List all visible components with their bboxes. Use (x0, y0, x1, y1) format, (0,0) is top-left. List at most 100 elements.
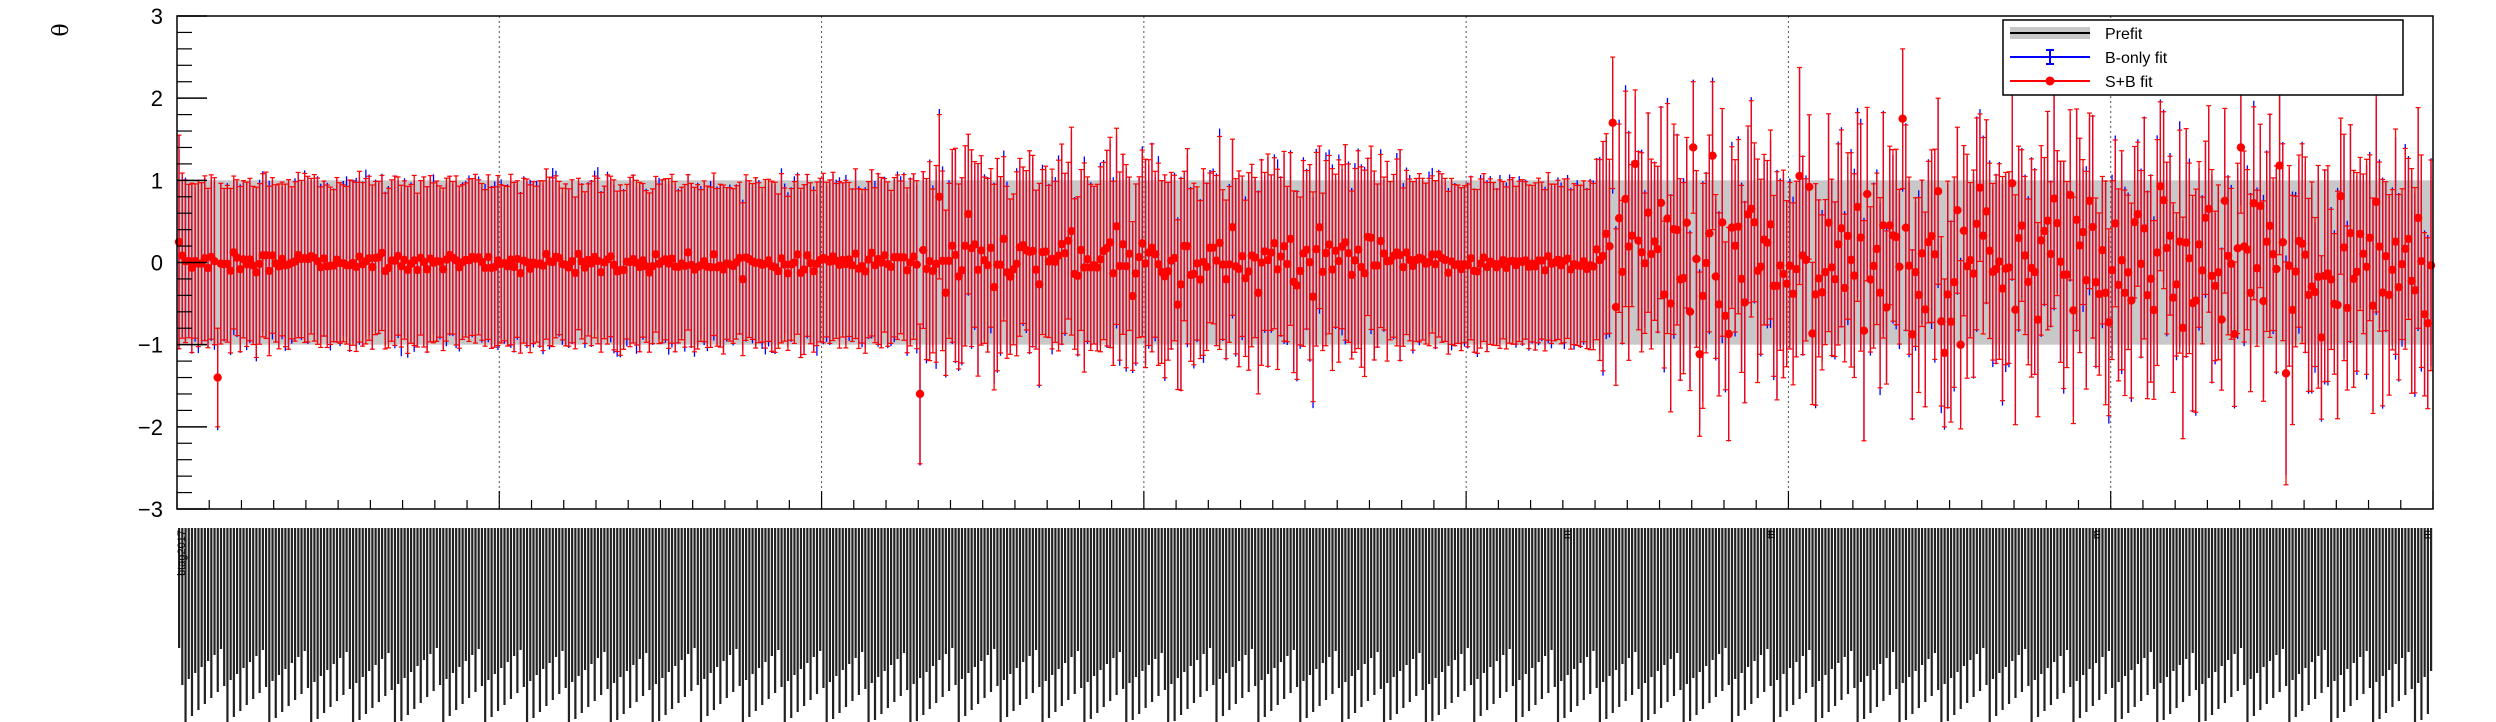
x-label-glyph (970, 528, 973, 710)
x-label-glyph (1125, 528, 1128, 722)
x-label-glyph (2243, 528, 2246, 685)
x-label-glyph (1002, 528, 1005, 680)
x-label-glyph (2375, 528, 2378, 682)
x-label-glyph (1527, 528, 1531, 711)
x-label-glyph (912, 528, 915, 684)
x-label-glyph (1028, 528, 1031, 656)
x-label-glyph (1792, 528, 1795, 705)
x-label-glyph (1466, 528, 1469, 648)
x-label-glyph (339, 528, 342, 658)
x-label-glyph (2410, 528, 2413, 689)
x-label-glyph (703, 528, 706, 679)
x-label-glyph (980, 528, 983, 661)
x-param-label: fff (1766, 529, 1778, 539)
x-label-glyph (1621, 528, 1624, 664)
x-label-glyph (1569, 528, 1572, 712)
x-label-glyph (1556, 528, 1560, 722)
x-label-glyph (1234, 528, 1237, 704)
x-label-glyph (1444, 528, 1447, 709)
x-label-glyph (474, 528, 477, 692)
x-label-glyph (931, 528, 935, 666)
sb-point (1953, 206, 1962, 215)
x-label-glyph (329, 528, 332, 707)
x-label-glyph (1434, 528, 1437, 678)
x-label-glyph (1486, 528, 1489, 710)
legend-sb-label: S+B fit (2105, 74, 2153, 91)
x-label-glyph (2391, 528, 2394, 707)
x-label-glyph (764, 528, 767, 662)
x-label-glyph (2140, 528, 2143, 701)
x-label-glyph (1724, 528, 1727, 648)
x-label-glyph (538, 528, 542, 712)
x-label-glyph (1640, 528, 1643, 722)
x-label-glyph (1846, 528, 1850, 694)
x-label-glyph (1911, 528, 1914, 714)
x-label-glyph (812, 528, 815, 657)
x-label-glyph (313, 528, 316, 682)
x-label-glyph (316, 528, 319, 719)
sb-point (2272, 264, 2281, 274)
x-label-glyph (1827, 528, 1830, 712)
x-label-glyph (2114, 528, 2117, 722)
x-label-glyph (1418, 528, 1421, 653)
x-label-glyph (783, 528, 786, 722)
x-label-glyph (2152, 528, 2156, 689)
x-label-glyph (1302, 528, 1305, 681)
x-label-glyph (2384, 528, 2388, 713)
x-label-glyph (1160, 528, 1163, 653)
x-label-glyph (1908, 528, 1911, 677)
x-label-glyph (1698, 528, 1701, 672)
x-label-glyph (1811, 528, 1814, 687)
x-label-glyph (2088, 528, 2091, 669)
x-label-glyph (239, 528, 242, 711)
x-label-glyph (815, 528, 819, 694)
sb-point (1859, 326, 1869, 335)
x-label-glyph (358, 528, 361, 720)
x-label-glyph (2133, 528, 2136, 707)
x-label-glyph (1411, 528, 1415, 659)
sb-point (2333, 300, 2342, 310)
x-label-glyph (1266, 528, 1270, 674)
x-label-glyph (2326, 528, 2330, 687)
x-label-glyph (2281, 528, 2284, 649)
x-label-glyph (2162, 528, 2165, 720)
x-label-glyph (361, 528, 364, 677)
x-label-glyph (2314, 528, 2317, 699)
x-label-glyph (1966, 528, 1969, 703)
x-label-glyph (796, 528, 799, 712)
x-label-glyph (377, 528, 380, 702)
x-label-glyph (1179, 528, 1183, 715)
x-label-glyph (310, 528, 313, 722)
x-label-glyph (571, 528, 574, 682)
sb-point (2281, 369, 2291, 378)
x-label-glyph (1241, 528, 1244, 698)
x-label-glyph (2198, 528, 2201, 722)
x-label-glyph (880, 528, 883, 714)
sb-point (2007, 179, 2017, 188)
x-label-glyph (1743, 528, 1746, 710)
x-label-glyph (219, 528, 223, 649)
x-label-glyph (2207, 528, 2210, 678)
x-label-glyph (506, 528, 509, 662)
x-label-glyph (2256, 528, 2259, 673)
x-label-glyph (1279, 528, 1283, 662)
x-label-glyph (1482, 528, 1486, 673)
x-label-glyph (1746, 528, 1750, 667)
x-label-glyph (1080, 528, 1083, 688)
x-label-glyph (577, 528, 580, 676)
x-label-glyph (687, 528, 690, 654)
x-label-glyph (835, 528, 838, 676)
x-label-glyph (2175, 528, 2178, 708)
x-label-glyph (722, 528, 725, 661)
x-label-glyph (935, 528, 938, 703)
x-label-glyph (661, 528, 664, 678)
x-label-glyph (1734, 528, 1737, 679)
x-label-glyph (1270, 528, 1273, 711)
x-label-glyph (1756, 528, 1759, 698)
x-label-glyph (2265, 528, 2268, 704)
x-label-glyph (2343, 528, 2346, 712)
sb-point (1805, 182, 1814, 192)
x-label-glyph (442, 528, 445, 722)
x-label-glyph (561, 528, 564, 651)
x-label-glyph (1386, 528, 1389, 683)
